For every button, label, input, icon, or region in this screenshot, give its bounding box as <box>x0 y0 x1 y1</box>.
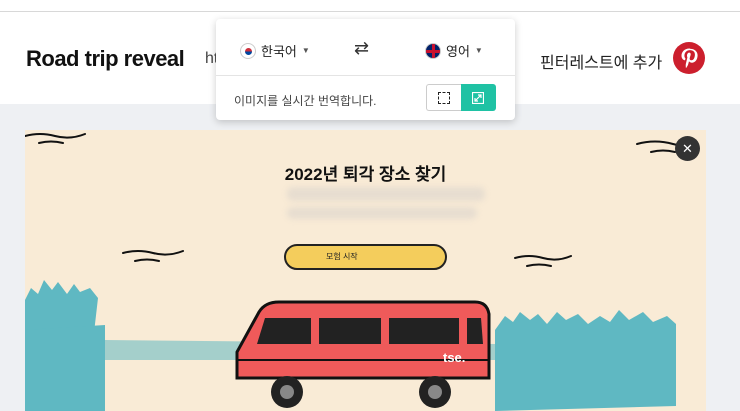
page-title: Road trip reveal <box>26 46 185 71</box>
van-logo: tse. <box>443 350 465 365</box>
target-language-label: 영어 <box>446 44 470 59</box>
blurred-text <box>287 207 477 219</box>
pinterest-label[interactable]: 핀터레스트에 추가 <box>540 49 662 73</box>
source-language-label: 한국어 <box>261 44 297 59</box>
blurred-text <box>287 187 485 201</box>
chevron-down-icon: ▼ <box>301 46 310 55</box>
live-translate-label: 이미지를 실시간 번역합니다. <box>234 94 377 108</box>
start-adventure-label: 모험 시작 <box>326 252 358 261</box>
fullscreen-icon <box>471 91 485 105</box>
pin-image: tse. 2022년 퇴각 장소 찾기 모험 시작 <box>25 130 706 411</box>
panel-divider <box>216 75 515 76</box>
close-icon[interactable]: ✕ <box>675 136 700 161</box>
headline: 2022년 퇴각 장소 찾기 <box>284 165 447 184</box>
pinterest-icon[interactable] <box>673 42 705 74</box>
select-area-button[interactable] <box>426 84 461 111</box>
chevron-down-icon: ▼ <box>474 46 483 55</box>
uk-flag-icon <box>425 42 441 59</box>
korea-flag-icon <box>240 42 256 59</box>
source-language-select[interactable]: 한국어 ▼ <box>240 41 310 60</box>
select-area-icon <box>438 92 450 104</box>
target-language-select[interactable]: 영어 ▼ <box>425 41 483 60</box>
fullscreen-button[interactable] <box>461 84 496 111</box>
swap-arrows-icon[interactable]: ⇄ <box>354 38 369 59</box>
start-adventure-button[interactable]: 모험 시작 <box>284 244 447 270</box>
translator-panel: 한국어 ▼ ⇄ 영어 ▼ 이미지를 실시간 번역합니다. <box>216 19 515 120</box>
